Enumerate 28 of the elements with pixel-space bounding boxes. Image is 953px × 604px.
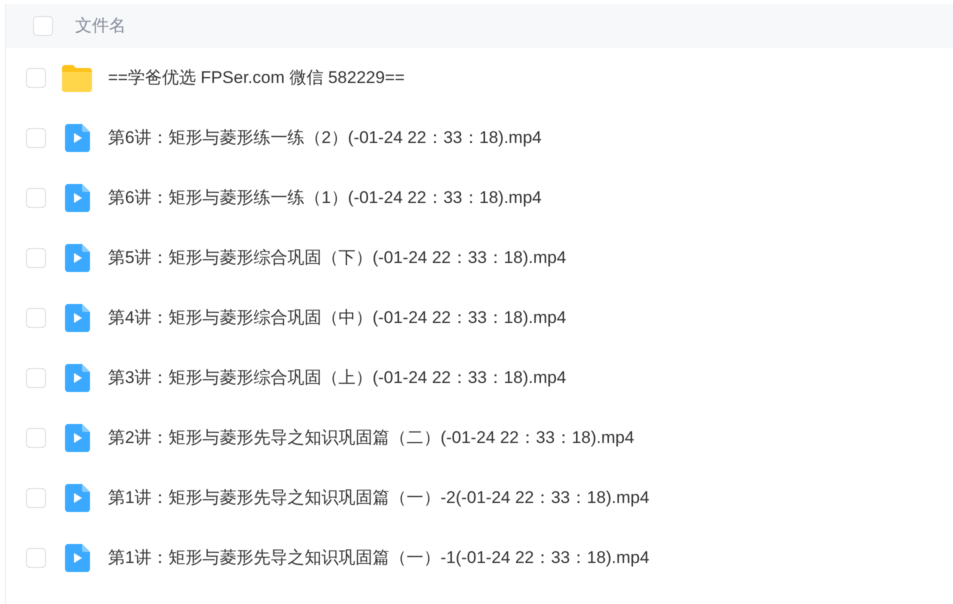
file-name[interactable]: 第3讲：矩形与菱形综合巩固（上）(-01-24 22：33：18).mp4 xyxy=(108,365,566,391)
file-name[interactable]: 第2讲：矩形与菱形先导之知识巩固篇（二）(-01-24 22：33：18).mp4 xyxy=(108,425,634,451)
video-file-icon xyxy=(64,124,90,152)
checkbox[interactable] xyxy=(26,488,46,508)
checkbox[interactable] xyxy=(26,308,46,328)
checkbox[interactable] xyxy=(26,368,46,388)
video-file-icon xyxy=(64,244,90,272)
folder-icon xyxy=(62,64,92,92)
video-file-icon xyxy=(64,544,90,572)
file-name[interactable]: 第1讲：矩形与菱形先导之知识巩固篇（一）-1(-01-24 22：33：18).mp4 xyxy=(108,545,650,571)
video-file-icon xyxy=(64,364,90,392)
checkbox[interactable] xyxy=(26,248,46,268)
video-file-icon xyxy=(64,304,90,332)
video-file-icon xyxy=(64,424,90,452)
file-name[interactable]: 第1讲：矩形与菱形先导之知识巩固篇（一）-2(-01-24 22：33：18).mp4 xyxy=(108,485,650,511)
checkbox[interactable] xyxy=(26,68,46,88)
checkbox[interactable] xyxy=(33,16,53,36)
checkbox[interactable] xyxy=(26,128,46,148)
file-name[interactable]: 第6讲：矩形与菱形练一练（1）(-01-24 22：33：18).mp4 xyxy=(108,185,542,211)
video-file-icon xyxy=(64,184,90,212)
video-file-icon xyxy=(64,484,90,512)
checkbox[interactable] xyxy=(26,428,46,448)
checkbox[interactable] xyxy=(26,548,46,568)
file-name[interactable]: 第6讲：矩形与菱形练一练（2）(-01-24 22：33：18).mp4 xyxy=(108,125,542,151)
file-name[interactable]: 第5讲：矩形与菱形综合巩固（下）(-01-24 22：33：18).mp4 xyxy=(108,245,566,271)
file-name[interactable]: ==学爸优选 FPSer.com 微信 582229== xyxy=(108,65,405,91)
checkbox[interactable] xyxy=(26,188,46,208)
file-name[interactable]: 第4讲：矩形与菱形综合巩固（中）(-01-24 22：33：18).mp4 xyxy=(108,305,566,331)
